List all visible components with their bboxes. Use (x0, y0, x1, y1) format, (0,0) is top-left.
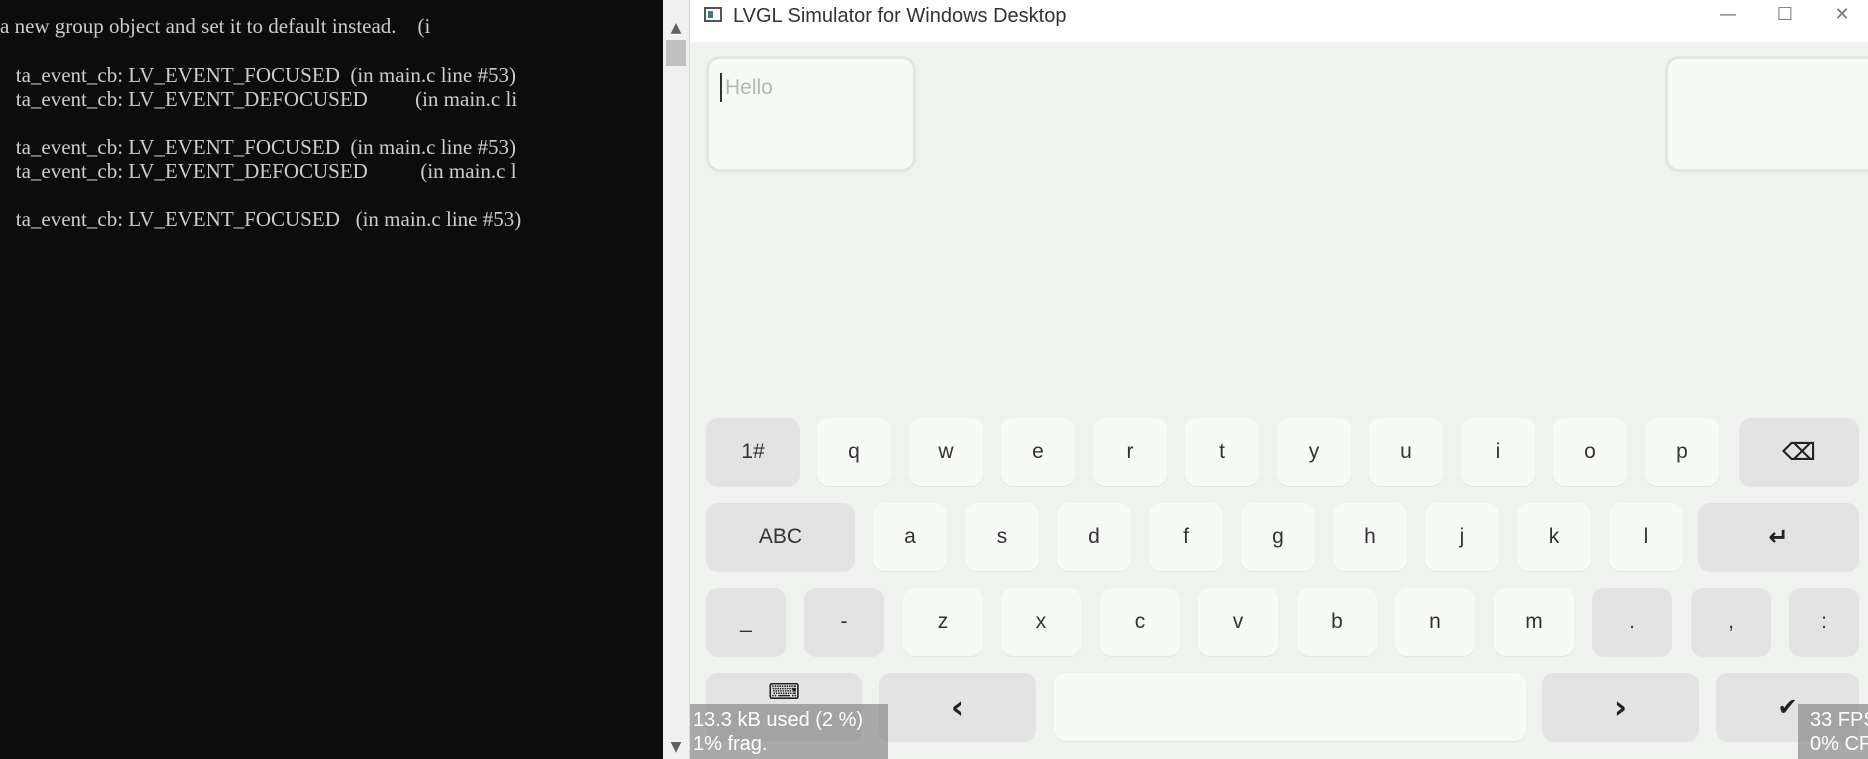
app-icon (704, 7, 722, 22)
scrollbar-thumb[interactable] (666, 40, 686, 66)
key-right[interactable]: › (1542, 673, 1699, 741)
key-g[interactable]: g (1241, 503, 1315, 571)
key-left[interactable]: ‹ (879, 673, 1036, 741)
checkmark-icon: ✔ (1777, 693, 1798, 721)
key-u[interactable]: u (1369, 418, 1443, 486)
textarea-placeholder: Hello (725, 76, 773, 99)
key-l[interactable]: l (1609, 503, 1683, 571)
simulator-window: LVGL Simulator for Windows Desktop — ☐ ✕… (689, 0, 1868, 759)
key-p[interactable]: p (1645, 418, 1719, 486)
key-r[interactable]: r (1093, 418, 1167, 486)
text-cursor (720, 73, 722, 102)
key-n[interactable]: n (1395, 588, 1475, 656)
key-o[interactable]: o (1553, 418, 1627, 486)
console-line: ta_event_cb: LV_EVENT_FOCUSED (in main.c… (0, 135, 516, 159)
textarea-1[interactable]: Hello (706, 56, 916, 172)
key-enter[interactable]: ↵ (1698, 503, 1859, 571)
maximize-button[interactable]: ☐ (1762, 0, 1808, 32)
key-v[interactable]: v (1198, 588, 1278, 656)
keyboard-icon: ⌨ (768, 679, 800, 705)
key-mode-abc[interactable]: ABC (706, 503, 855, 571)
key-y[interactable]: y (1277, 418, 1351, 486)
key-s[interactable]: s (965, 503, 1039, 571)
key-comma[interactable]: , (1691, 588, 1771, 656)
key-f[interactable]: f (1149, 503, 1223, 571)
key-t[interactable]: t (1185, 418, 1259, 486)
chevron-right-icon: › (1613, 688, 1628, 726)
key-q[interactable]: q (817, 418, 891, 486)
console-line: ta_event_cb: LV_EVENT_FOCUSED (in main.c… (0, 207, 522, 231)
lvgl-screen: Hello 1# q w e r t y u i o p ⌫ ABC a s d… (690, 42, 1868, 759)
key-mode-number[interactable]: 1# (706, 418, 800, 486)
console-line: a new group object and set it to default… (0, 14, 431, 38)
key-z[interactable]: z (903, 588, 983, 656)
key-period[interactable]: . (1592, 588, 1672, 656)
key-x[interactable]: x (1001, 588, 1081, 656)
key-space[interactable] (1054, 673, 1526, 741)
key-k[interactable]: k (1517, 503, 1591, 571)
key-h[interactable]: h (1333, 503, 1407, 571)
key-dash[interactable]: - (804, 588, 884, 656)
memory-frag-text: 1% frag. (693, 733, 768, 755)
close-button[interactable]: ✕ (1819, 0, 1865, 32)
key-b[interactable]: b (1297, 588, 1377, 656)
key-d[interactable]: d (1057, 503, 1131, 571)
key-i[interactable]: i (1461, 418, 1535, 486)
backspace-icon: ⌫ (1782, 438, 1816, 466)
textarea-2[interactable] (1665, 56, 1868, 172)
minimize-button[interactable]: — (1705, 0, 1751, 32)
memory-monitor: 13.3 kB used (2 %) 1% frag. (690, 704, 888, 759)
key-w[interactable]: w (909, 418, 983, 486)
console-line: ta_event_cb: LV_EVENT_DEFOCUSED (in main… (0, 87, 518, 111)
key-backspace[interactable]: ⌫ (1739, 418, 1859, 486)
key-colon[interactable]: : (1789, 588, 1859, 656)
chevron-left-icon: ‹ (950, 688, 965, 726)
memory-used-text: 13.3 kB used (2 %) (693, 709, 864, 731)
key-underscore[interactable]: _ (706, 588, 786, 656)
fps-text: 33 FPS (1810, 709, 1868, 731)
console-window: a new group object and set it to default… (0, 0, 663, 759)
key-e[interactable]: e (1001, 418, 1075, 486)
key-a[interactable]: a (873, 503, 947, 571)
window-title: LVGL Simulator for Windows Desktop (733, 5, 1067, 27)
key-m[interactable]: m (1494, 588, 1574, 656)
enter-icon: ↵ (1768, 523, 1789, 551)
scroll-down-arrow-icon[interactable]: ▼ (663, 735, 689, 759)
scroll-up-arrow-icon[interactable]: ▲ (663, 16, 689, 40)
key-j[interactable]: j (1425, 503, 1499, 571)
cpu-text: 0% CPU (1810, 733, 1868, 755)
console-line: ta_event_cb: LV_EVENT_FOCUSED (in main.c… (0, 63, 516, 87)
console-line: ta_event_cb: LV_EVENT_DEFOCUSED (in main… (0, 159, 517, 183)
key-c[interactable]: c (1100, 588, 1180, 656)
console-scrollbar[interactable]: ▲ ▼ (663, 0, 689, 759)
performance-monitor: 33 FPS 0% CPU (1798, 704, 1868, 759)
title-bar[interactable]: LVGL Simulator for Windows Desktop — ☐ ✕ (690, 0, 1868, 32)
